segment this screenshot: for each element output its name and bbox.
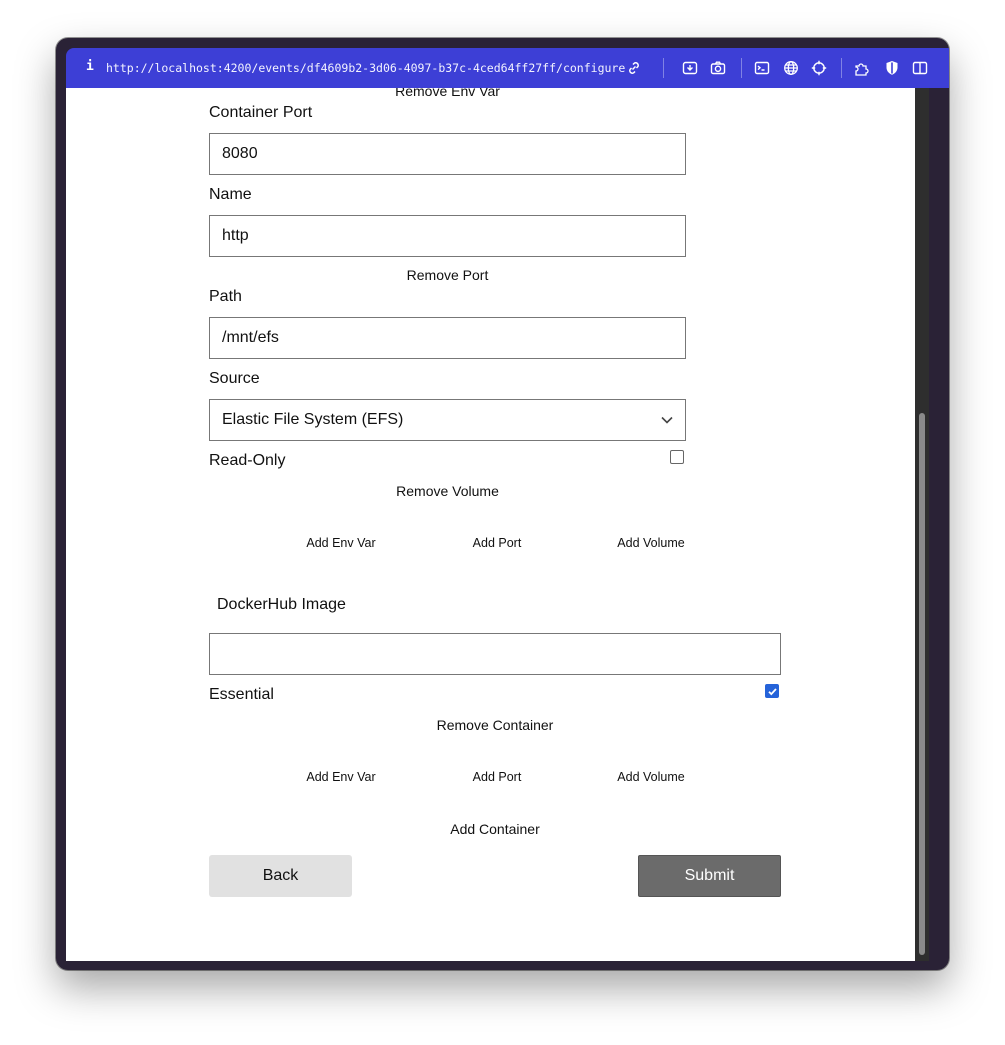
scrollbar-thumb[interactable] xyxy=(919,413,925,955)
browser-toolbar: i http://localhost:4200/events/df4609b2-… xyxy=(66,48,949,88)
port-name-label: Name xyxy=(209,186,252,203)
container-port-label: Container Port xyxy=(209,104,313,121)
address-bar[interactable]: http://localhost:4200/events/df4609b2-3d… xyxy=(106,61,625,75)
volume-source-select[interactable]: Elastic File System (EFS) xyxy=(209,399,686,441)
essential-checkbox[interactable] xyxy=(765,684,779,698)
submit-button[interactable]: Submit xyxy=(638,855,781,897)
essential-label: Essential xyxy=(209,686,274,703)
page-scrollbar[interactable] xyxy=(915,88,929,961)
add-volume-button[interactable]: Add Volume xyxy=(611,536,691,550)
shield-icon[interactable] xyxy=(883,59,901,77)
volume-path-value: /mnt/efs xyxy=(222,329,279,346)
site-info-icon[interactable]: i xyxy=(86,59,94,74)
camera-icon[interactable] xyxy=(709,59,727,77)
read-only-checkbox[interactable] xyxy=(670,450,684,464)
remove-env-var-button[interactable]: Remove Env Var xyxy=(209,88,686,99)
page-viewport: Remove Env Var Container Port 8080 Name … xyxy=(66,88,924,961)
add-env-var-button[interactable]: Add Env Var xyxy=(299,536,383,550)
volume-source-label: Source xyxy=(209,370,260,387)
remove-port-button[interactable]: Remove Port xyxy=(209,267,686,283)
dockerhub-image-label: DockerHub Image xyxy=(217,596,346,613)
extension-icon[interactable] xyxy=(854,59,872,77)
globe-icon[interactable] xyxy=(782,59,800,77)
port-name-input[interactable]: http xyxy=(209,215,686,257)
add-env-var-button[interactable]: Add Env Var xyxy=(299,770,383,784)
remove-container-button[interactable]: Remove Container xyxy=(209,717,781,733)
container-port-value: 8080 xyxy=(222,145,258,162)
crosshair-icon[interactable] xyxy=(810,59,828,77)
add-port-button[interactable]: Add Port xyxy=(462,770,532,784)
add-container-button[interactable]: Add Container xyxy=(209,821,781,837)
volume-path-input[interactable]: /mnt/efs xyxy=(209,317,686,359)
add-port-button[interactable]: Add Port xyxy=(462,536,532,550)
port-name-value: http xyxy=(222,227,249,244)
read-only-label: Read-Only xyxy=(209,452,286,469)
dockerhub-image-input[interactable] xyxy=(209,633,781,675)
chevron-down-icon xyxy=(661,416,673,424)
volume-source-value: Elastic File System (EFS) xyxy=(222,411,404,428)
back-button[interactable]: Back xyxy=(209,855,352,897)
download-icon[interactable] xyxy=(681,59,699,77)
sidebar-icon[interactable] xyxy=(911,59,929,77)
container-port-input[interactable]: 8080 xyxy=(209,133,686,175)
remove-volume-button[interactable]: Remove Volume xyxy=(209,483,686,499)
browser-window: i http://localhost:4200/events/df4609b2-… xyxy=(56,38,949,970)
add-volume-button[interactable]: Add Volume xyxy=(611,770,691,784)
terminal-icon[interactable] xyxy=(753,59,771,77)
volume-path-label: Path xyxy=(209,288,242,305)
link-icon[interactable] xyxy=(625,59,643,77)
